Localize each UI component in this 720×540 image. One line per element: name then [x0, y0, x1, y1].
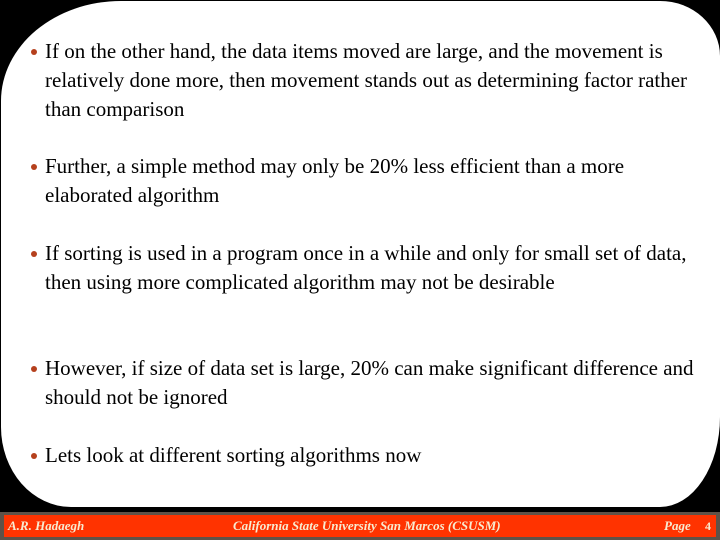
bullet-text: If on the other hand, the data items mov… [45, 39, 688, 121]
page-number: 4 [705, 519, 711, 533]
bullet-text: Lets look at different sorting algorithm… [45, 443, 422, 467]
bullet-dot-icon [31, 164, 37, 170]
bullet-item: Further, a simple method may only be 20%… [29, 152, 705, 210]
footer-institution: California State University San Marcos (… [233, 518, 501, 533]
bullet-dot-icon [31, 453, 37, 459]
bullet-dot-icon [31, 366, 37, 372]
bullet-dot-icon [31, 251, 37, 257]
bullet-item: If sorting is used in a program once in … [29, 239, 705, 297]
bullet-text: However, if size of data set is large, 2… [45, 356, 694, 409]
footer-author: A.R. Hadaegh [8, 518, 85, 533]
bullet-dot-icon [31, 49, 37, 55]
bullet-item: However, if size of data set is large, 2… [29, 354, 705, 412]
bullet-text: Further, a simple method may only be 20%… [45, 154, 625, 207]
slide: If on the other hand, the data items mov… [0, 0, 720, 540]
footer-page-label: Page [664, 518, 691, 533]
bullet-item: If on the other hand, the data items mov… [29, 37, 705, 124]
content-panel: If on the other hand, the data items mov… [1, 1, 720, 507]
bullet-text: If sorting is used in a program once in … [45, 241, 687, 294]
footer-bar: A.R. Hadaegh California State University… [4, 515, 716, 537]
footer: A.R. Hadaegh California State University… [0, 512, 720, 540]
bullet-item: Lets look at different sorting algorithm… [29, 441, 705, 470]
